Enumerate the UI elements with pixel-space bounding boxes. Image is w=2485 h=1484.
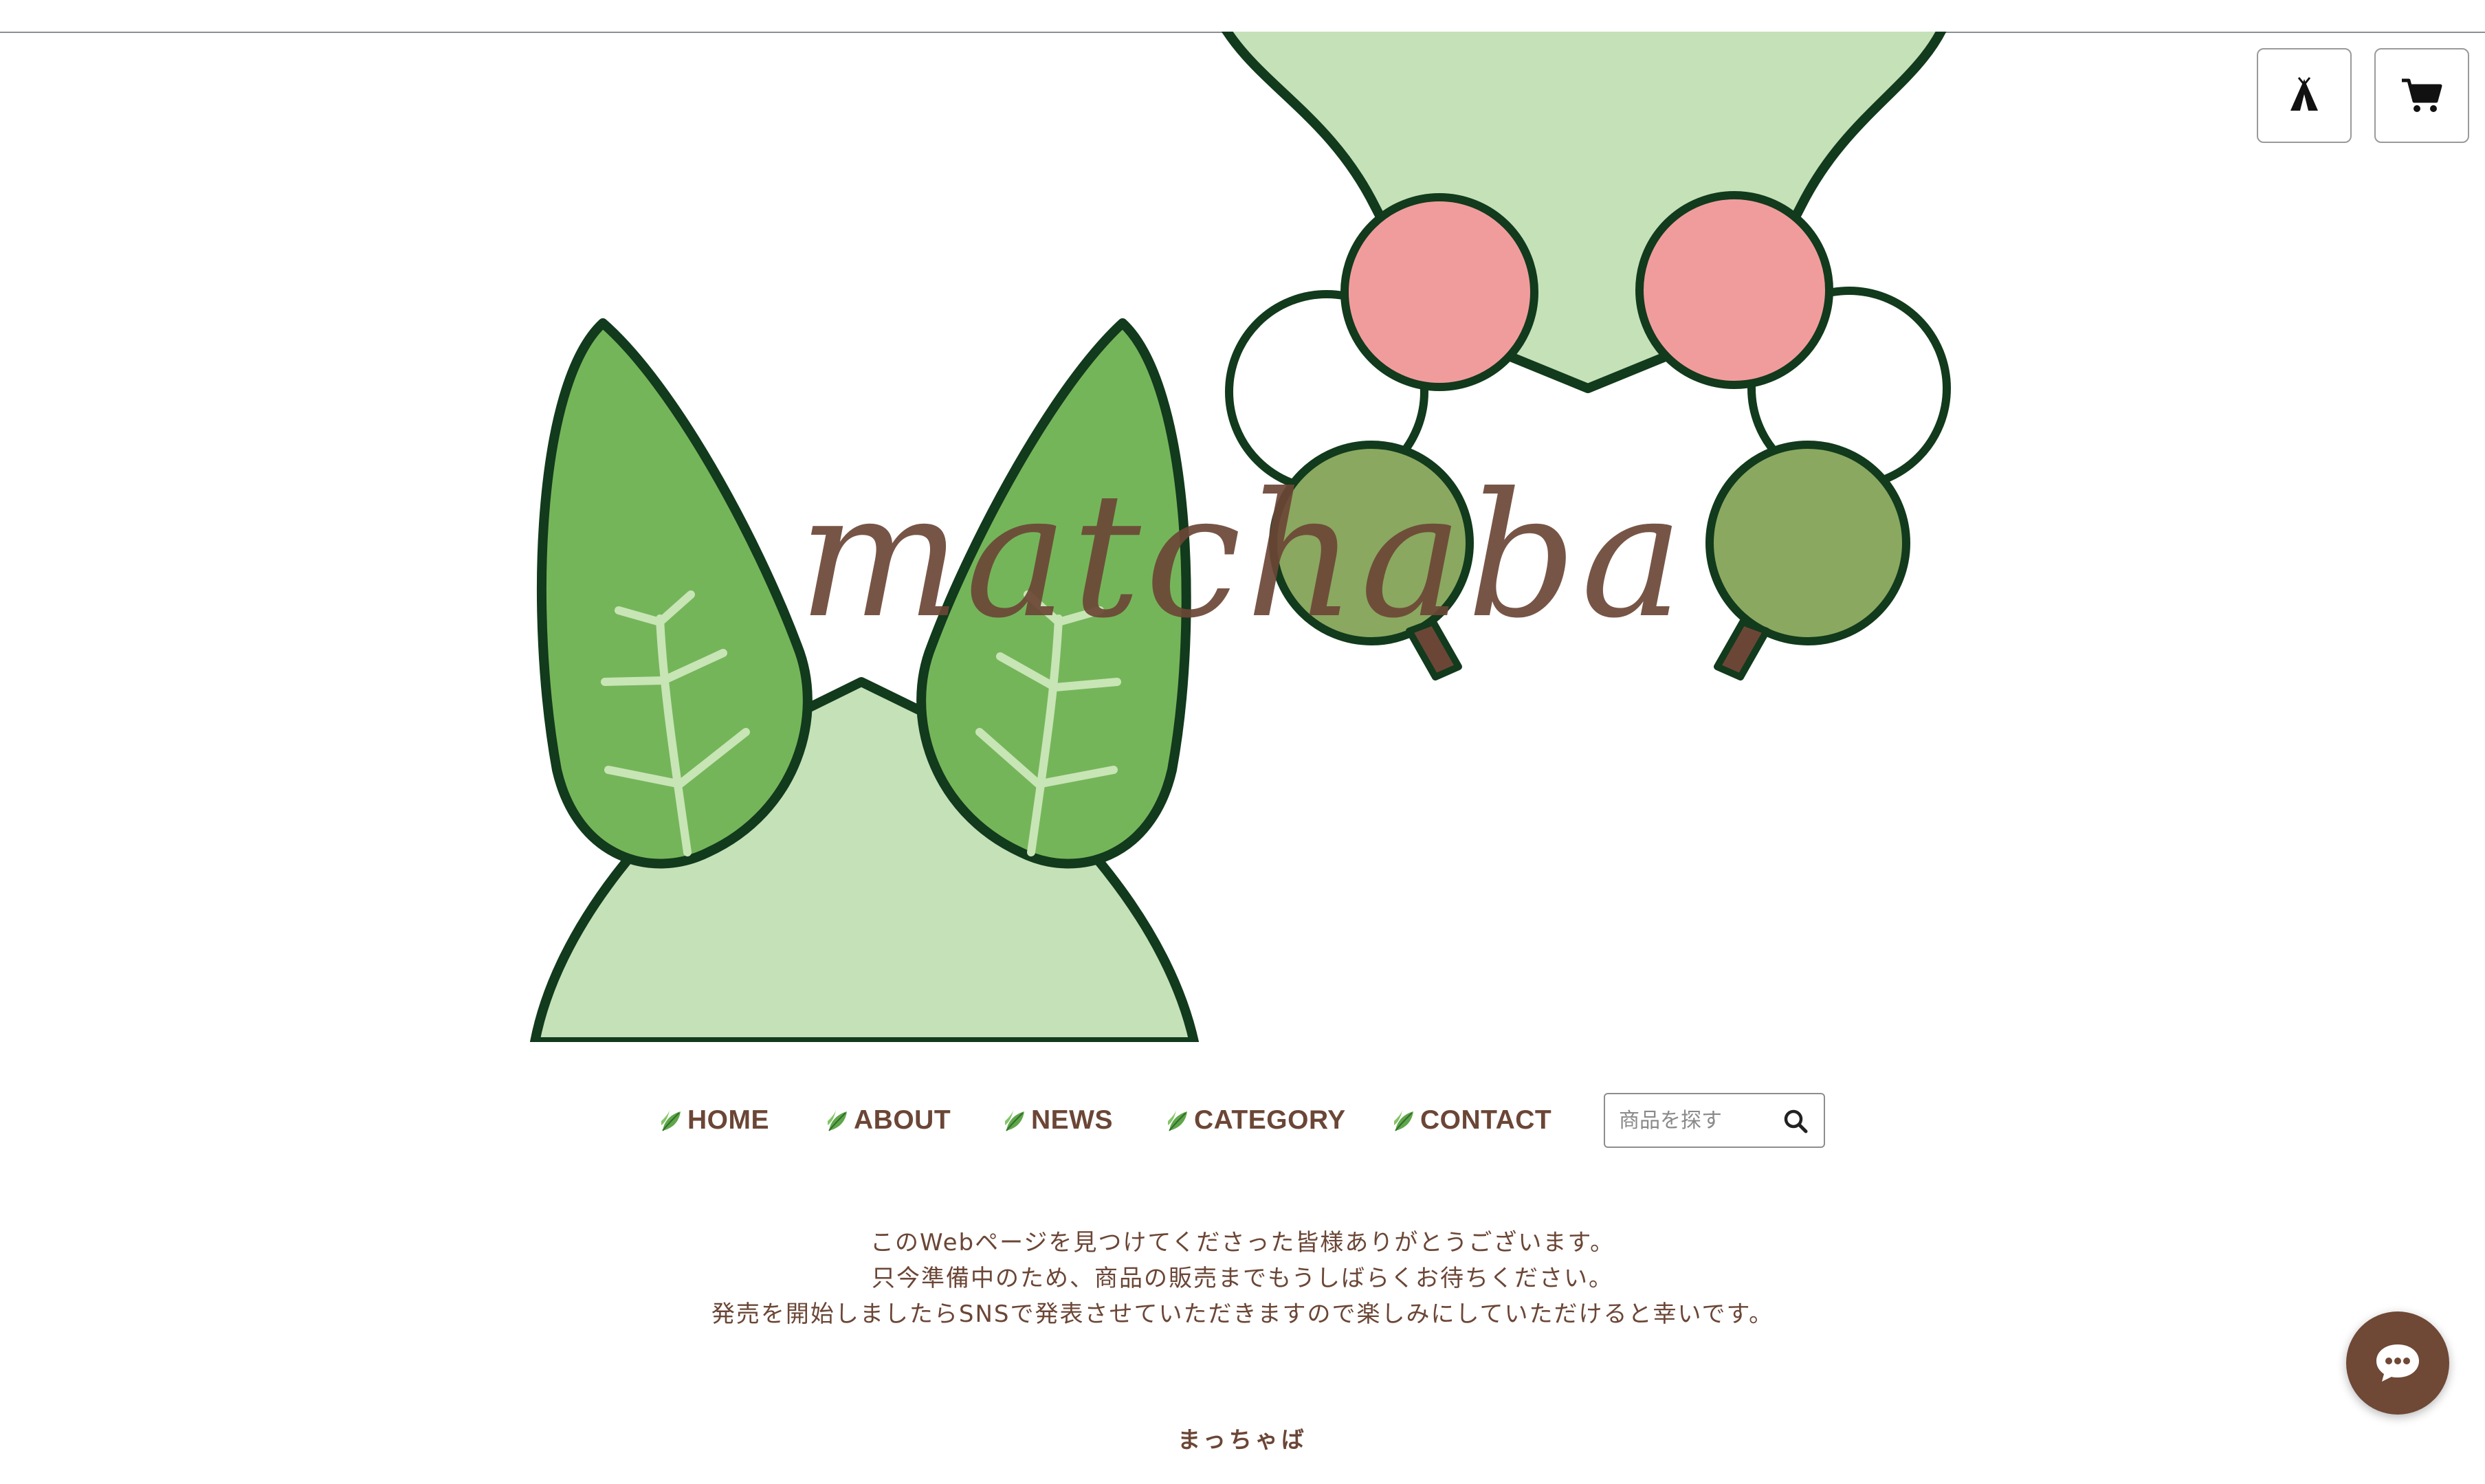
bottom-character <box>530 318 1199 1042</box>
nav-item-label: CATEGORY <box>1194 1105 1346 1135</box>
page: matchaba HOME ABOUT NEWS CATEGORY CONTAC… <box>0 0 2485 1484</box>
chat-bubble-icon <box>2376 1344 2419 1382</box>
announcement-line: 発売を開始しましたらSNSで発表させていただきますので楽しみにしていただけると幸… <box>711 1300 1774 1328</box>
leaf-icon <box>828 1110 847 1131</box>
announcement-line: このWebページを見つけてくださった皆様ありがとうございます。 <box>870 1229 1615 1256</box>
search-box <box>1604 1093 1825 1148</box>
browser-top-bar <box>0 0 2485 33</box>
leaf-icon <box>1005 1110 1024 1131</box>
main-nav: HOME ABOUT NEWS CATEGORY CONTACT <box>0 1093 2485 1148</box>
nav-item-label: CONTACT <box>1420 1105 1552 1135</box>
announcement-line: 只今準備中のため、商品の販売までもうしばらくお待ちください。 <box>872 1265 1613 1292</box>
nav-item-about[interactable]: ABOUT <box>825 1093 951 1148</box>
nav-item-contact[interactable]: CONTACT <box>1391 1093 1551 1148</box>
cart-button[interactable] <box>2374 48 2469 143</box>
matchaba-logo: matchaba <box>798 456 1688 656</box>
nav-item-news[interactable]: NEWS <box>1002 1093 1113 1148</box>
shop-name: まっちゃば <box>1178 1426 1307 1453</box>
nav-item-category[interactable]: CATEGORY <box>1165 1093 1346 1148</box>
svg-text:matchaba: matchaba <box>798 456 1688 656</box>
cart-icon <box>2402 78 2442 112</box>
tent-icon <box>2290 77 2318 111</box>
hero-illustration: matchaba <box>530 32 1951 1042</box>
leaf-icon <box>661 1110 681 1131</box>
tent-button[interactable] <box>2257 48 2352 143</box>
search-icon[interactable] <box>1781 1107 1810 1136</box>
nav-item-label: NEWS <box>1031 1105 1113 1135</box>
announcement-text: このWebページを見つけてくださった皆様ありがとうございます。 只今準備中のため… <box>0 1225 2485 1332</box>
search-input[interactable] <box>1619 1101 1770 1140</box>
leaf-icon <box>1394 1110 1413 1131</box>
chat-button[interactable] <box>2346 1311 2449 1415</box>
nav-item-label: ABOUT <box>854 1105 951 1135</box>
nav-item-home[interactable]: HOME <box>659 1093 769 1148</box>
nav-item-label: HOME <box>687 1105 769 1135</box>
leaf-icon <box>1168 1110 1187 1131</box>
